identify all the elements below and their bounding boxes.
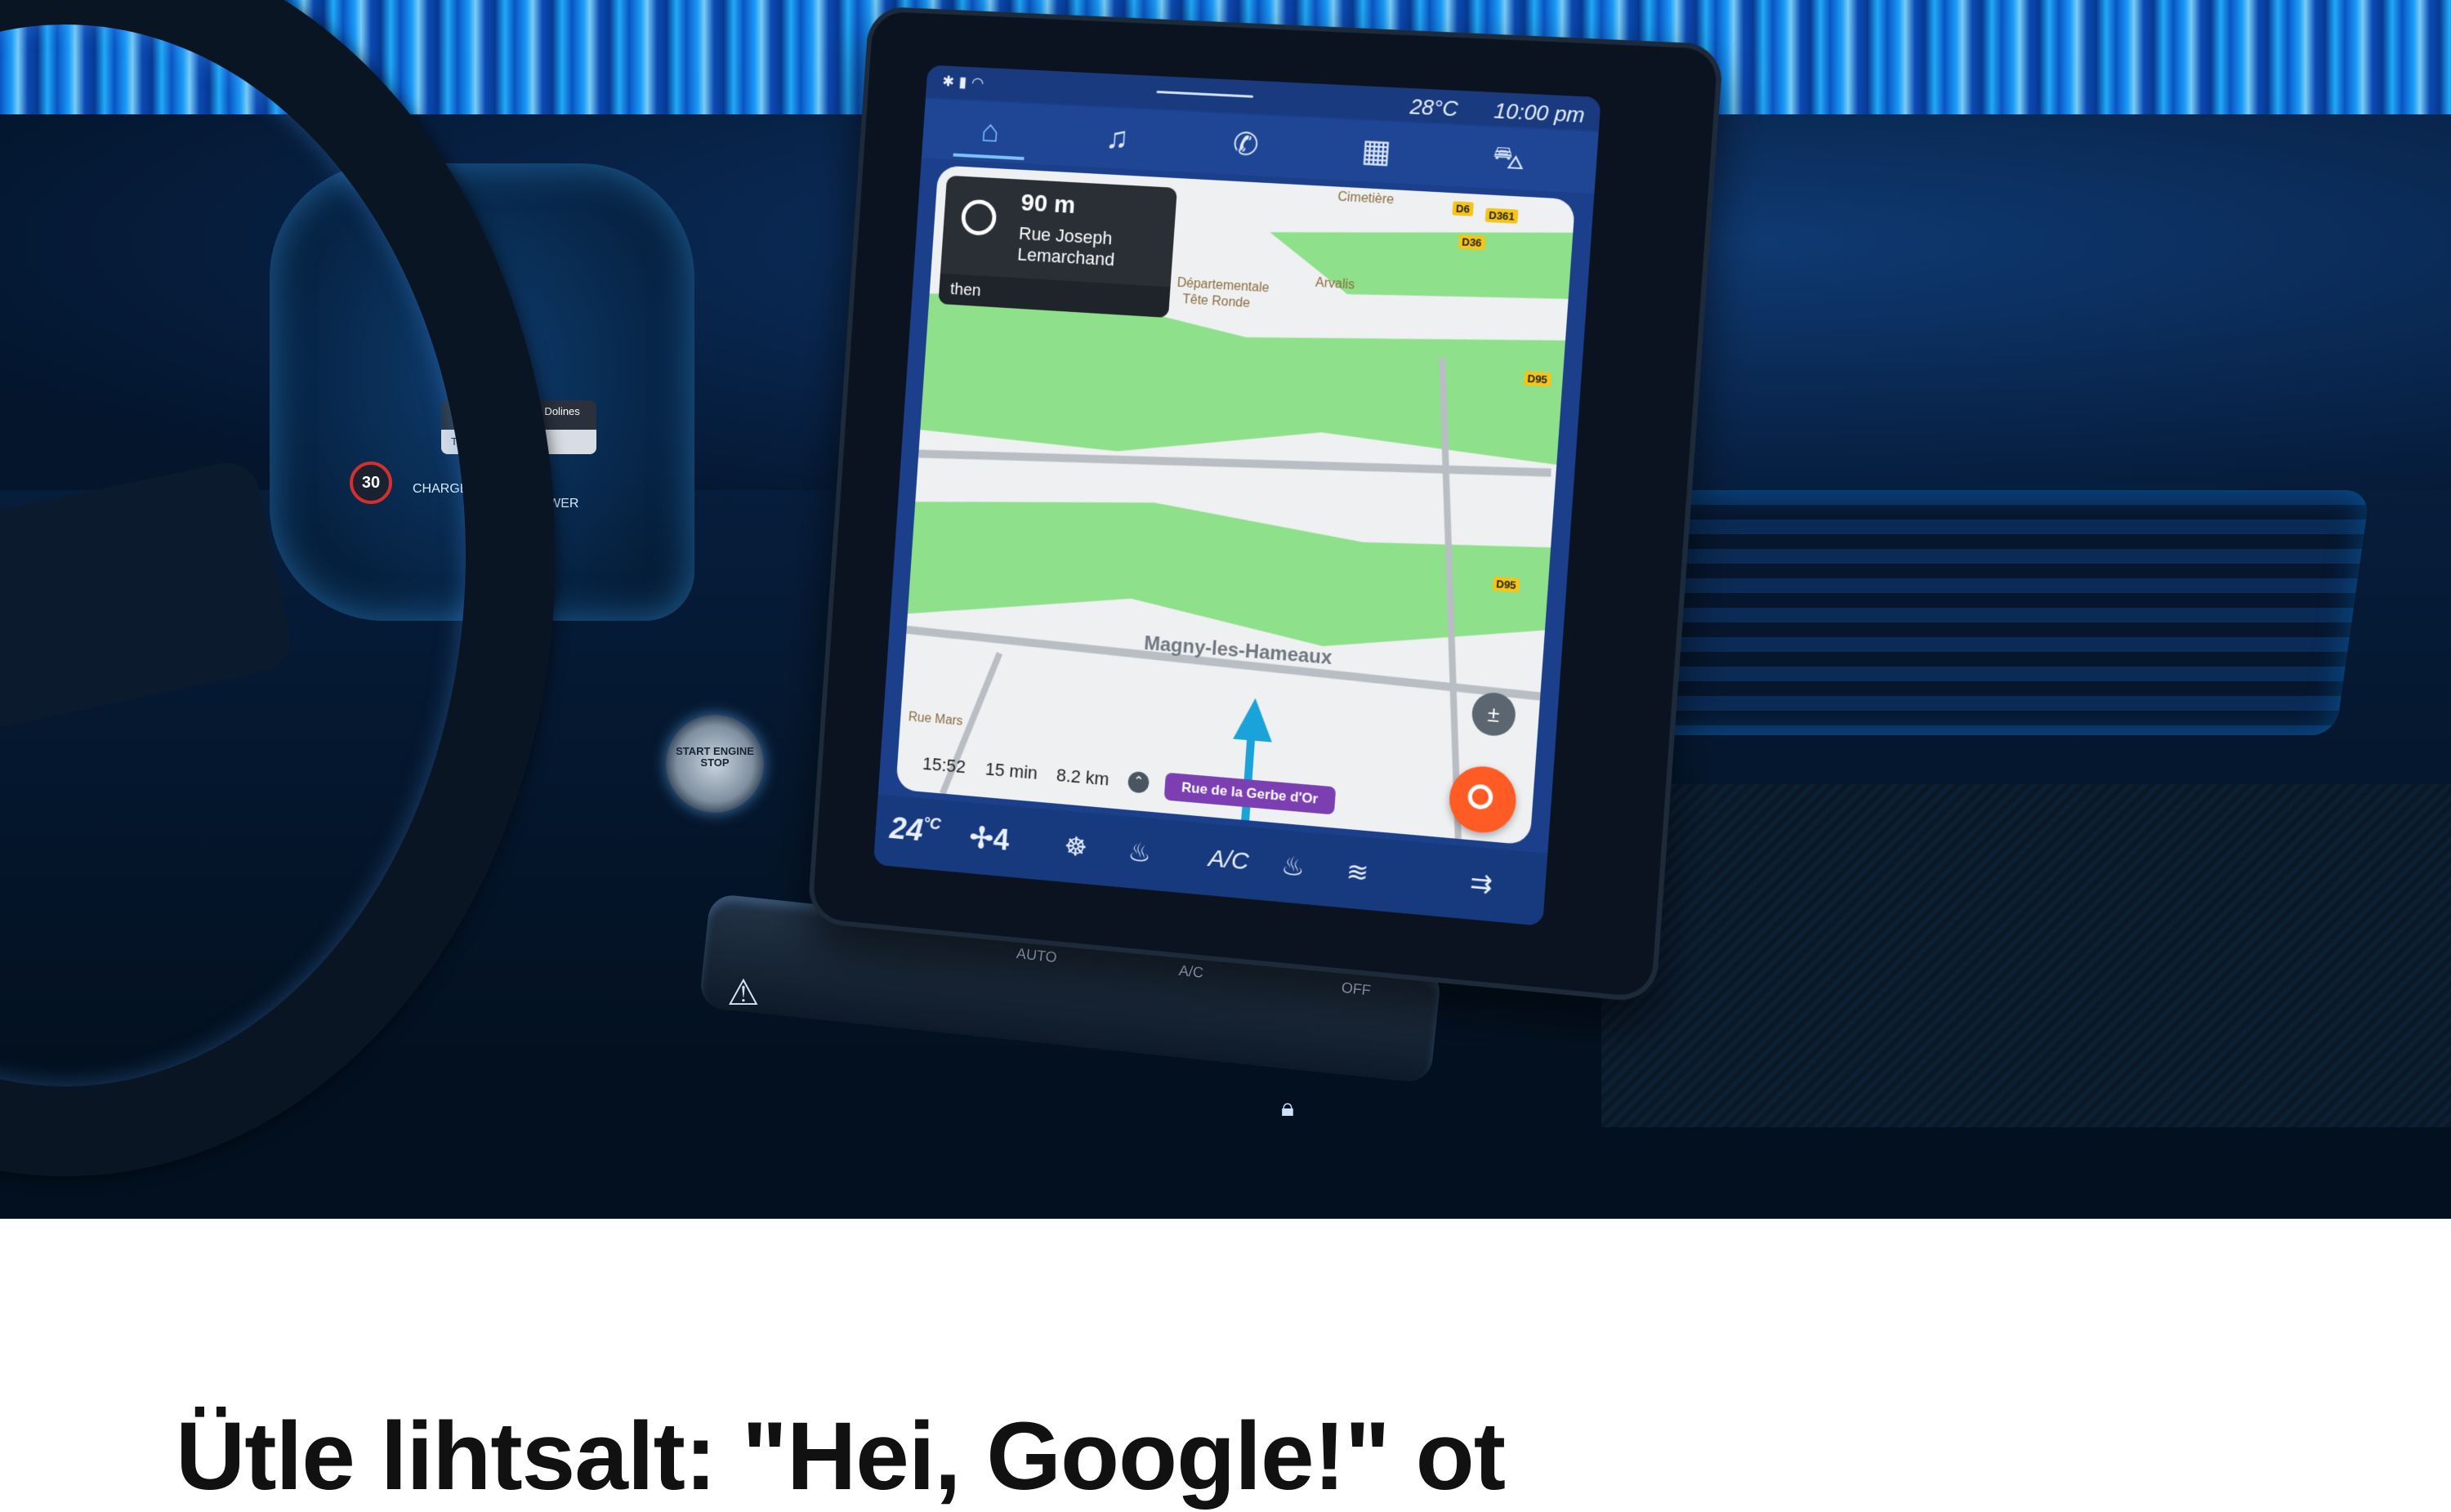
defrost-icon[interactable]: ≋ bbox=[1346, 855, 1370, 888]
current-position-icon bbox=[1233, 697, 1275, 743]
road-badge: D95 bbox=[1524, 371, 1551, 386]
seat-heat-right-icon[interactable]: ♨ bbox=[1280, 850, 1306, 883]
eta-duration: 15 min bbox=[984, 759, 1038, 784]
temperature-unit: °C bbox=[923, 814, 942, 833]
eta-time: 15:52 bbox=[922, 753, 967, 778]
road-badge: D36 bbox=[1458, 234, 1486, 250]
turn-distance: 90 m bbox=[1020, 190, 1077, 220]
music-icon[interactable]: ♫ bbox=[1079, 113, 1154, 163]
hazard-icon[interactable]: ⚠ bbox=[727, 972, 759, 1014]
physical-auto-label[interactable]: AUTO bbox=[1016, 945, 1058, 966]
car-icon[interactable]: ⛍ bbox=[1470, 132, 1548, 184]
road-badge: D6 bbox=[1452, 201, 1473, 216]
turn-instruction-card[interactable]: 90 m Rue Joseph Lemarchand then bbox=[938, 176, 1177, 318]
phone-icon[interactable]: ✆ bbox=[1208, 119, 1284, 171]
signal-icon: ▮ bbox=[958, 74, 972, 90]
outside-temperature: 28°C bbox=[1409, 94, 1459, 122]
physical-ac-label[interactable]: A/C bbox=[1178, 962, 1204, 982]
cabin-temperature-value: 24 bbox=[889, 811, 924, 848]
physical-off-label[interactable]: OFF bbox=[1341, 979, 1372, 1000]
bluetooth-icon: ✱ bbox=[942, 73, 960, 90]
clock: 10:00 pm bbox=[1493, 98, 1586, 128]
place-arvalis: Arvalis bbox=[1315, 276, 1355, 293]
ac-button[interactable]: A/C bbox=[1208, 845, 1250, 876]
navigation-map[interactable]: Magny-les-Hameaux Arvalis Cimetière Dépa… bbox=[895, 165, 1575, 845]
infotainment-screen: ✱▮◠ 28°C 10:00 pm ⌂ ♫ ✆ ▦ ⛍ Magny-les-Ha… bbox=[873, 65, 1601, 926]
air-vent bbox=[1633, 490, 2370, 735]
chevron-up-icon[interactable]: ⌃ bbox=[1127, 771, 1150, 794]
fan-speed-value: 4 bbox=[992, 823, 1010, 857]
start-stop-button[interactable]: START ENGINE STOP bbox=[666, 715, 764, 813]
volume-slider[interactable] bbox=[1156, 91, 1253, 98]
map-field bbox=[920, 286, 1567, 482]
map-field bbox=[1266, 216, 1573, 307]
status-icons: ✱▮◠ bbox=[942, 73, 989, 91]
road-badge: D361 bbox=[1485, 208, 1519, 224]
fan-icon: ✢ bbox=[968, 820, 994, 855]
dashboard-trim-panel bbox=[1601, 784, 2451, 1127]
infotainment-tablet: ✱▮◠ 28°C 10:00 pm ⌂ ♫ ✆ ▦ ⛍ Magny-les-Ha… bbox=[807, 6, 1724, 1003]
wifi-icon: ◠ bbox=[971, 74, 989, 91]
lock-icon[interactable]: 🔒︎ bbox=[1281, 1095, 1294, 1122]
page-headline: Ütle lihtsalt: "Hei, Google!" ot bbox=[176, 1401, 1505, 1512]
cabin-temperature[interactable]: 24°C bbox=[889, 811, 942, 850]
hero-image: 80 m D36 Rte des Dolines Then 30 CHARGE … bbox=[0, 0, 2451, 1219]
fan-speed[interactable]: ✢4 bbox=[968, 820, 1010, 858]
place-cimetiere: Cimetière bbox=[1337, 190, 1395, 208]
home-icon[interactable]: ⌂ bbox=[953, 107, 1028, 161]
seat-heat-icon[interactable]: ♨ bbox=[1127, 836, 1153, 868]
road-badge: D95 bbox=[1493, 577, 1520, 593]
steering-heat-icon[interactable]: ☸ bbox=[1063, 830, 1088, 863]
eta-distance: 8.2 km bbox=[1056, 765, 1109, 790]
apps-grid-icon[interactable]: ▦ bbox=[1337, 126, 1415, 177]
airflow-icon[interactable]: ⇉ bbox=[1469, 867, 1493, 900]
start-stop-label: START ENGINE STOP bbox=[666, 746, 764, 769]
turn-street: Rue Joseph Lemarchand bbox=[1016, 223, 1163, 274]
roundabout-icon bbox=[960, 198, 997, 236]
then-label: then bbox=[949, 280, 981, 301]
